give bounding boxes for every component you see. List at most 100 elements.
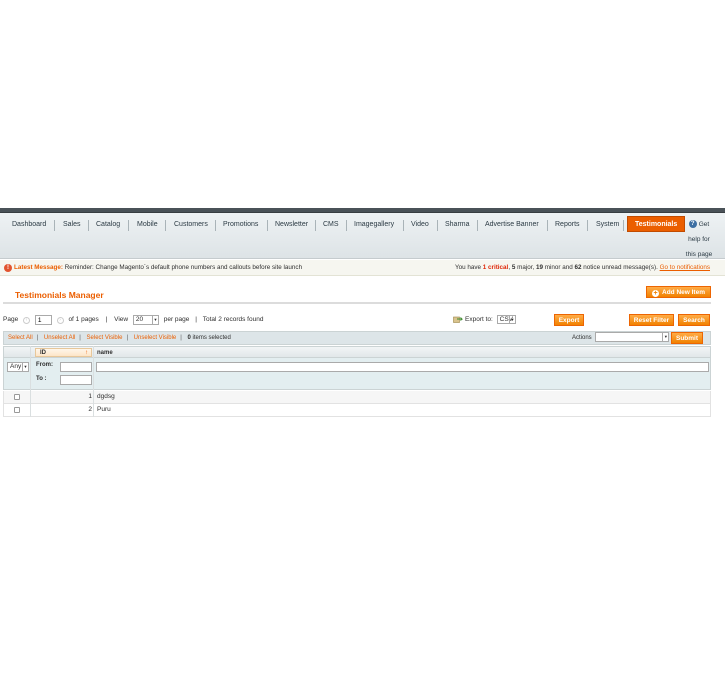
help-text-line1: Get [698,221,710,228]
grid-pager: Page ‹ › of 1 pages | View 20 ▼ per page… [3,314,263,327]
notice-label: notice unread message(s). [583,264,658,271]
unselect-visible-link[interactable]: Unselect Visible [134,335,177,341]
row-checkbox[interactable] [14,407,20,413]
table-row[interactable]: 2 Puru [3,404,711,417]
export-icon [453,316,463,324]
submit-button[interactable]: Submit [671,332,703,344]
filter-any-value: Any [10,363,22,370]
nav-item-promotions[interactable]: Promotions [223,218,258,232]
page-label: Page [3,316,19,323]
row-checkbox[interactable] [14,394,20,400]
nav-separator [587,220,588,231]
id-from-input[interactable] [60,362,92,372]
per-page-label: per page [163,316,190,323]
go-to-notifications-link[interactable]: Go to notifications [660,264,710,271]
critical-label: critical [488,264,509,271]
next-page-icon[interactable]: › [56,316,64,324]
nav-item-catalog[interactable]: Catalog [96,218,120,232]
nav-item-customers[interactable]: Customers [174,218,208,232]
select-all-link[interactable]: Select All [8,335,33,341]
nav-item-dashboard[interactable]: Dashboard [12,218,46,232]
add-new-item-label: Add New Item [662,289,705,296]
table-row[interactable]: 1 dgdsg [3,391,711,404]
export-controls: Export to: CSV ▼ [453,314,517,326]
view-label: View [114,316,129,323]
nav-separator [437,220,438,231]
row-name: dgdsg [97,393,115,400]
nav-separator [623,220,624,231]
minor-label: minor and [544,264,573,271]
nav-item-reports[interactable]: Reports [555,218,580,232]
row-id: 2 [88,406,92,413]
chevron-down-icon: ▼ [509,316,515,324]
help-link[interactable]: ? Get help for this page [682,217,716,262]
per-page-value: 20 [135,316,144,323]
notification-summary: You have 1 critical, 5 major, 19 minor a… [454,264,710,271]
actions-select[interactable]: ▼ [595,332,670,343]
system-message-bar: ! Latest Message: Reminder: Change Magen… [0,260,725,276]
nav-item-mobile[interactable]: Mobile [137,218,158,232]
nav-separator [477,220,478,231]
nav-item-system[interactable]: System [596,218,619,232]
export-to-label: Export to: [465,316,493,323]
nav-separator [128,220,129,231]
notice-count: 62 [574,264,582,271]
warning-icon: ! [4,264,12,272]
major-count: 5 [511,264,516,271]
help-icon: ? [688,220,697,229]
nav-separator [403,220,404,231]
reset-filter-button[interactable]: Reset Filter [629,314,674,326]
items-selected-label: items selected [192,335,231,341]
nav-separator [547,220,548,231]
row-name: Puru [97,406,111,413]
sort-arrow-icon: ↑ [85,350,88,356]
total-records-text: Total 2 records found [202,316,264,323]
nav-item-testimonials[interactable]: Testimonials [627,216,686,232]
name-filter-input[interactable] [96,362,709,372]
nav-separator [315,220,316,231]
unselect-all-link[interactable]: Unselect All [44,335,75,341]
nav-item-cms[interactable]: CMS [323,218,339,232]
id-to-label: To : [36,376,47,382]
export-button[interactable]: Export [554,314,584,326]
id-to-input[interactable] [60,375,92,385]
grid-header-row: ID ↑ name [3,346,711,358]
major-label: major, [517,264,535,271]
id-from-label: From: [36,362,53,368]
page-title: Testimonials Manager [15,290,104,300]
nav-separator [88,220,89,231]
previous-page-icon[interactable]: ‹ [23,316,30,324]
massaction-filter-select[interactable]: Any ▼ [7,362,29,372]
nav-item-newsletter[interactable]: Newsletter [275,218,308,232]
critical-count: 1 [482,264,487,271]
select-visible-link[interactable]: Select Visible [87,335,123,341]
column-header-id[interactable]: ID ↑ [35,348,92,357]
latest-message-label: Latest Message: [14,264,63,271]
export-format-select[interactable]: CSV ▼ [496,315,517,324]
actions-label: Actions [572,335,592,341]
column-divider [30,346,31,417]
nav-item-sharma[interactable]: Sharma [445,218,470,232]
main-nav: Dashboard Sales Catalog Mobile Customers… [0,213,725,259]
nav-separator [215,220,216,231]
search-button[interactable]: Search [678,314,710,326]
per-page-select[interactable]: 20 ▼ [132,315,159,325]
help-text-line2: help for [688,236,710,243]
chevron-down-icon: ▼ [151,316,158,324]
nav-item-video[interactable]: Video [411,218,429,232]
add-new-item-button[interactable]: + Add New Item [646,286,711,298]
latest-message-text: Reminder: Change Magento`s default phone… [64,264,303,271]
selected-count: 0 [187,335,191,341]
nav-item-advertise-banner[interactable]: Advertise Banner [485,218,539,232]
latest-message: Latest Message: Reminder: Change Magento… [14,260,302,276]
chevron-down-icon: ▼ [662,333,668,342]
nav-separator [346,220,347,231]
grid-filter-row: Any ▼ From: To : [3,358,711,390]
plus-icon: + [652,290,659,297]
column-header-id-label: ID [40,350,46,356]
nav-item-sales[interactable]: Sales [63,218,81,232]
page-number-input[interactable] [34,315,52,325]
of-pages-text: of 1 pages [68,316,99,323]
row-id: 1 [88,393,92,400]
nav-item-imagegallery[interactable]: Imagegallery [354,218,394,232]
